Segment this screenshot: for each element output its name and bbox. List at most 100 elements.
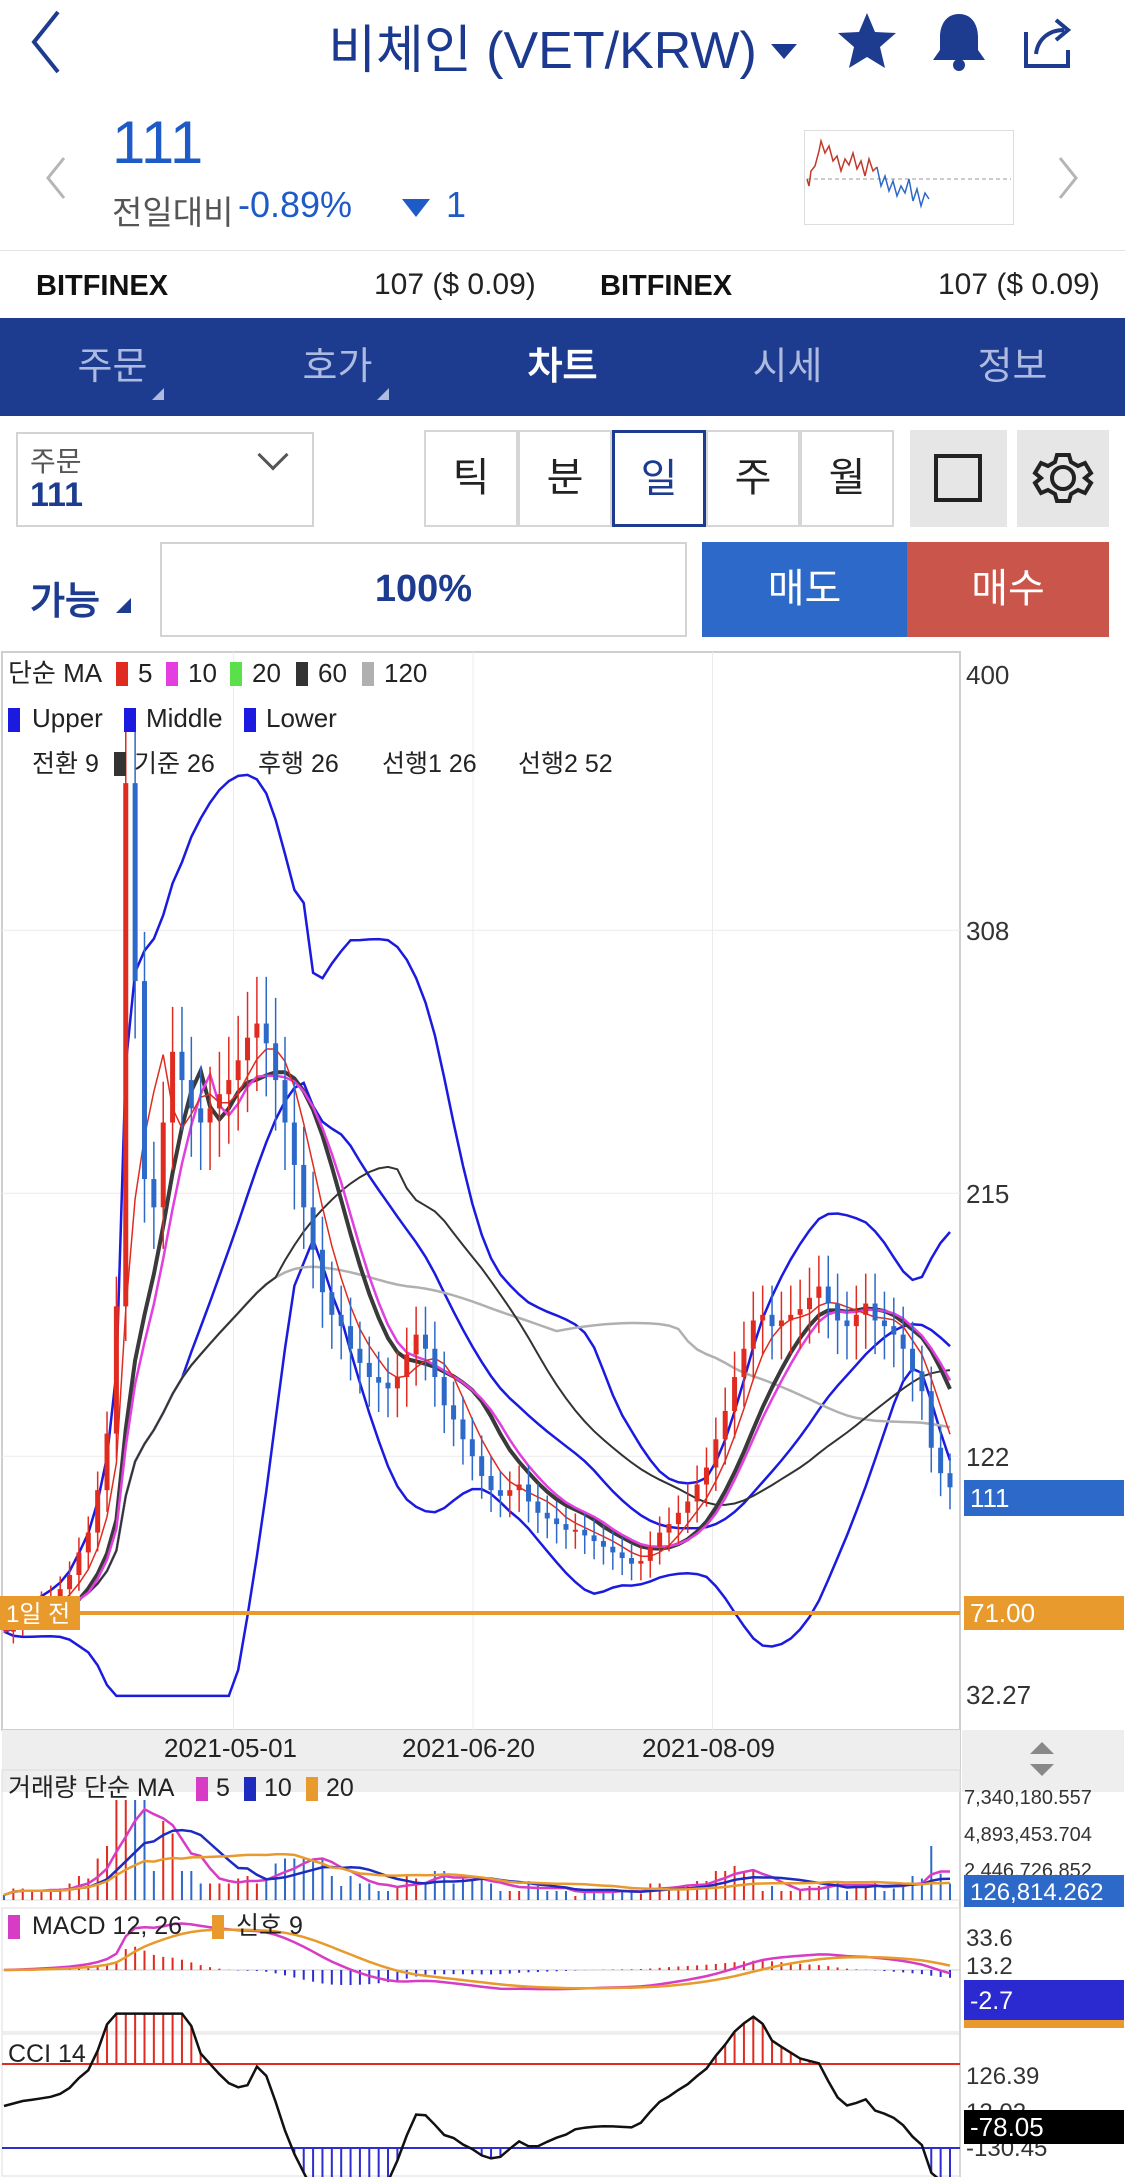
tab-dropdown-mark: [377, 388, 389, 400]
cci-legend-label: CCI 14: [8, 2040, 86, 2068]
volume-ma20-label: 20: [326, 1774, 354, 1802]
exchange-price: 107 ($ 0.09): [374, 268, 536, 301]
candle-body: [703, 1467, 709, 1485]
candle-body: [872, 1303, 878, 1321]
ma20-label: 20: [252, 658, 281, 688]
share-button[interactable]: [1018, 10, 1080, 72]
ichimoku-base-label: 기준 26: [134, 750, 215, 778]
volume-tick: 7,340,180.557: [964, 1787, 1092, 1809]
candle-body: [76, 1552, 82, 1576]
price-chart[interactable]: 400 308 215 122 32.27 단순 MA 5 10 20 60 120 U…: [0, 650, 1125, 2177]
available-label[interactable]: 가능: [30, 570, 100, 625]
candle-body: [507, 1490, 513, 1496]
candle-body: [179, 1051, 185, 1081]
ma5-swatch: [116, 662, 128, 686]
candle-body: [404, 1354, 410, 1378]
ma10-label: 10: [188, 658, 217, 688]
change-label: 전일대비: [112, 194, 234, 231]
candle-body: [151, 1179, 157, 1208]
candle-body: [338, 1314, 344, 1327]
favorite-button[interactable]: [836, 10, 898, 72]
candle-body: [497, 1490, 503, 1496]
candle-body: [319, 1249, 325, 1293]
down-triangle-icon: [402, 199, 430, 217]
tab-orderbook[interactable]: 호가: [225, 318, 450, 416]
price-tick-label: 32.27: [966, 1680, 1031, 1710]
alert-button[interactable]: [928, 10, 990, 72]
candle-body: [226, 1080, 232, 1095]
candle-body: [947, 1473, 953, 1488]
x-tick-label: 2021-06-20: [402, 1733, 535, 1763]
candle-body: [422, 1334, 428, 1349]
period-week[interactable]: 주: [706, 430, 800, 527]
ma120-label: 120: [384, 658, 427, 688]
period-minute[interactable]: 분: [518, 430, 612, 527]
exchange-name: BITFINEX: [600, 270, 733, 302]
bb-middle-label: Middle: [146, 703, 223, 733]
tab-dropdown-mark: [152, 388, 164, 400]
candle-body: [591, 1535, 597, 1542]
bb-lower-label: Lower: [266, 703, 337, 733]
candle-body: [900, 1334, 906, 1349]
candle-body: [563, 1524, 569, 1530]
ma-legend-label: 단순 MA: [8, 658, 103, 688]
candle-body: [928, 1391, 934, 1448]
price-tick-label: 122: [966, 1442, 1009, 1472]
bell-icon: [933, 14, 985, 71]
buy-button[interactable]: 매수: [907, 542, 1109, 637]
tab-label: 정보: [977, 346, 1048, 388]
candle-body: [516, 1484, 522, 1491]
volume-ma10-label: 10: [264, 1774, 292, 1802]
settings-button[interactable]: [1017, 430, 1109, 527]
prev-day-label: 1일 전: [6, 1601, 70, 1628]
candle-body: [291, 1122, 297, 1165]
candle-body: [807, 1297, 813, 1310]
period-day[interactable]: 일: [612, 430, 706, 527]
candle-body: [919, 1371, 925, 1392]
sell-button[interactable]: 매도: [702, 542, 907, 637]
candle-body: [160, 1122, 166, 1208]
bb-upper-label: Upper: [32, 703, 103, 733]
candle-body: [95, 1490, 101, 1533]
candle-body: [451, 1405, 457, 1420]
tab-label: 시세: [752, 346, 823, 388]
tab-order[interactable]: 주문: [0, 318, 225, 416]
percent-select[interactable]: 100%: [160, 542, 687, 637]
bb-middle-swatch: [124, 708, 136, 732]
candle-body: [769, 1314, 775, 1327]
ma60-swatch: [296, 662, 308, 686]
period-tick[interactable]: 틱: [424, 430, 518, 527]
bb-lower-swatch: [244, 708, 256, 732]
candle-body: [113, 1306, 119, 1434]
gear-icon: [1032, 453, 1094, 503]
candle-body: [825, 1286, 831, 1304]
candle-body: [619, 1552, 625, 1559]
candle-body: [376, 1377, 382, 1383]
volume-tick: 4,893,453.704: [964, 1824, 1092, 1846]
prev-market-button[interactable]: [40, 152, 70, 204]
ichimoku-span2-label: 선행2 52: [518, 750, 613, 778]
candle-body: [198, 1108, 204, 1123]
candle-body: [310, 1207, 316, 1250]
period-month[interactable]: 월: [800, 430, 894, 527]
tab-label: 차트: [527, 346, 598, 388]
price-tick-label: 215: [966, 1179, 1009, 1209]
candle-body: [544, 1512, 550, 1519]
candle-body: [910, 1348, 916, 1372]
panel-resize-handle[interactable]: [962, 1730, 1124, 1792]
tab-chart[interactable]: 차트: [450, 318, 675, 416]
candle-body: [835, 1303, 841, 1321]
next-market-button[interactable]: [1054, 152, 1084, 204]
candle-body: [67, 1575, 73, 1590]
change-value: 1: [446, 184, 467, 225]
candle-body: [638, 1560, 644, 1564]
candle-body: [526, 1484, 532, 1502]
tab-market-price[interactable]: 시세: [675, 318, 900, 416]
macd-tick: 33.6: [966, 1925, 1013, 1952]
candle-body: [666, 1524, 672, 1533]
current-price-axis-label: 111: [970, 1483, 1010, 1513]
tab-info[interactable]: 정보: [900, 318, 1125, 416]
candle-body: [141, 981, 147, 1180]
candle-body: [301, 1164, 307, 1208]
order-select-value: 111: [30, 476, 83, 514]
